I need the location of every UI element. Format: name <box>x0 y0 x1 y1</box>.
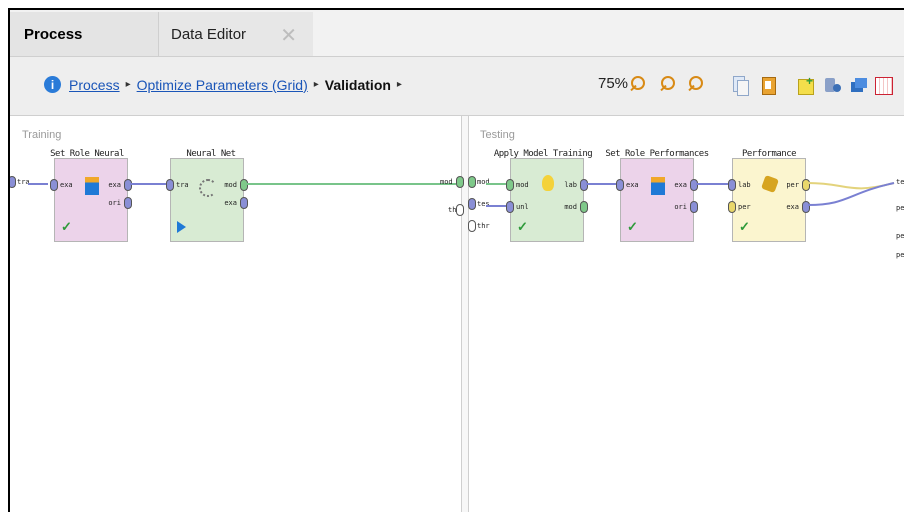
port-label: exa <box>626 181 639 189</box>
port-label: exa <box>786 203 799 211</box>
port-label: exa <box>60 181 73 189</box>
training-label: Training <box>22 129 62 141</box>
testing-input-port-label: thr <box>477 222 490 230</box>
testing-output-port-label: per <box>896 232 904 240</box>
operator-apply-model[interactable]: mod unl lab mod ✓ <box>506 158 588 242</box>
port-label: unl <box>516 203 529 211</box>
tab-process[interactable]: Process <box>10 12 158 56</box>
port-label: ori <box>108 199 121 207</box>
output-port[interactable] <box>240 197 248 209</box>
lightbulb-icon <box>542 175 554 191</box>
testing-output-port-label: per <box>896 251 904 259</box>
operator-set-role-neural[interactable]: exa exa ori ✓ <box>50 158 132 242</box>
breadcrumb-optimize-parameters[interactable]: Optimize Parameters (Grid) <box>137 77 308 93</box>
testing-output-port-label: tes <box>896 178 904 186</box>
tab-bar: Process Data Editor ✕ <box>10 10 904 57</box>
port-label: mod <box>564 203 577 211</box>
grid-icon[interactable] <box>875 76 893 95</box>
wire <box>586 183 618 185</box>
clipboard-icon[interactable] <box>760 76 778 95</box>
testing-input-port[interactable] <box>468 176 476 188</box>
stack-icon[interactable] <box>850 76 868 94</box>
port-label: per <box>786 181 799 189</box>
cut-icon[interactable] <box>825 76 843 94</box>
status-ok-icon: ✓ <box>61 219 72 234</box>
output-port[interactable] <box>580 201 588 213</box>
input-port[interactable] <box>616 179 624 191</box>
input-port[interactable] <box>506 201 514 213</box>
process-toolbar: i Process ▸ Optimize Parameters (Grid) ▸… <box>10 57 904 116</box>
navigate-up-icon[interactable]: i <box>44 76 61 93</box>
breadcrumb-separator-icon: ▸ <box>313 79 319 90</box>
port-label: exa <box>108 181 121 189</box>
wire <box>246 183 456 185</box>
close-icon[interactable]: ✕ <box>280 23 297 48</box>
input-port[interactable] <box>728 179 736 191</box>
port-label: mod <box>516 181 529 189</box>
training-output-port[interactable] <box>456 176 464 188</box>
operator-performance[interactable]: lab per per exa ✓ <box>728 158 810 242</box>
training-output-port[interactable] <box>456 204 464 216</box>
output-port[interactable] <box>124 197 132 209</box>
port-label: mod <box>224 181 237 189</box>
operator-neural-net[interactable]: tra mod exa <box>166 158 248 242</box>
port-label: lab <box>564 181 577 189</box>
tab-data-editor-label: Data Editor <box>171 25 247 43</box>
port-label: ori <box>674 203 687 211</box>
neural-net-icon <box>199 179 217 197</box>
output-port[interactable] <box>690 179 698 191</box>
status-ok-icon: ✓ <box>627 219 638 234</box>
output-port[interactable] <box>240 179 248 191</box>
zoom-in-icon[interactable] <box>660 76 679 94</box>
wire <box>696 183 730 185</box>
wire <box>130 183 168 185</box>
zoom-fit-icon[interactable] <box>630 76 649 94</box>
process-canvas[interactable]: Training Testing tra Set Role Neural exa… <box>10 116 904 512</box>
training-input-port[interactable] <box>10 176 16 188</box>
set-role-icon <box>85 177 99 195</box>
status-ok-icon: ✓ <box>739 219 750 234</box>
wire <box>486 183 508 185</box>
input-port[interactable] <box>166 179 174 191</box>
add-note-icon[interactable]: + <box>797 75 815 95</box>
port-label: per <box>738 203 751 211</box>
testing-label: Testing <box>480 129 515 141</box>
set-role-icon <box>651 177 665 195</box>
port-label: exa <box>224 199 237 207</box>
copy-icon[interactable] <box>731 76 749 96</box>
port-label: lab <box>738 181 751 189</box>
play-icon <box>177 221 186 233</box>
testing-input-port[interactable] <box>468 198 476 210</box>
zoom-out-icon[interactable] <box>688 76 707 94</box>
process-editor-window: Process Data Editor ✕ i Process ▸ Optimi… <box>8 8 904 512</box>
breadcrumb: i Process ▸ Optimize Parameters (Grid) ▸… <box>44 76 408 93</box>
wire <box>28 183 48 185</box>
testing-input-port[interactable] <box>468 220 476 232</box>
wire <box>486 205 508 207</box>
port-label: tra <box>176 181 189 189</box>
breadcrumb-separator-icon[interactable]: ▸ <box>397 79 402 90</box>
input-port[interactable] <box>506 179 514 191</box>
output-port[interactable] <box>690 201 698 213</box>
output-port[interactable] <box>124 179 132 191</box>
performance-icon <box>761 175 779 193</box>
zoom-level: 75% <box>598 75 629 92</box>
breadcrumb-separator-icon: ▸ <box>125 79 131 90</box>
tab-process-label: Process <box>24 25 83 43</box>
breadcrumb-process[interactable]: Process <box>69 77 120 93</box>
port-label: exa <box>674 181 687 189</box>
tab-data-editor[interactable]: Data Editor ✕ <box>158 12 313 56</box>
subprocess-divider[interactable] <box>461 116 469 512</box>
breadcrumb-validation: Validation <box>324 76 391 93</box>
input-port[interactable] <box>50 179 58 191</box>
input-port[interactable] <box>728 201 736 213</box>
output-wires <box>808 182 895 206</box>
output-port[interactable] <box>580 179 588 191</box>
training-output-port-label: mod <box>440 178 453 186</box>
operator-set-role-performances[interactable]: exa exa ori ✓ <box>616 158 698 242</box>
status-ok-icon: ✓ <box>517 219 528 234</box>
testing-output-port-label: per <box>896 204 904 212</box>
